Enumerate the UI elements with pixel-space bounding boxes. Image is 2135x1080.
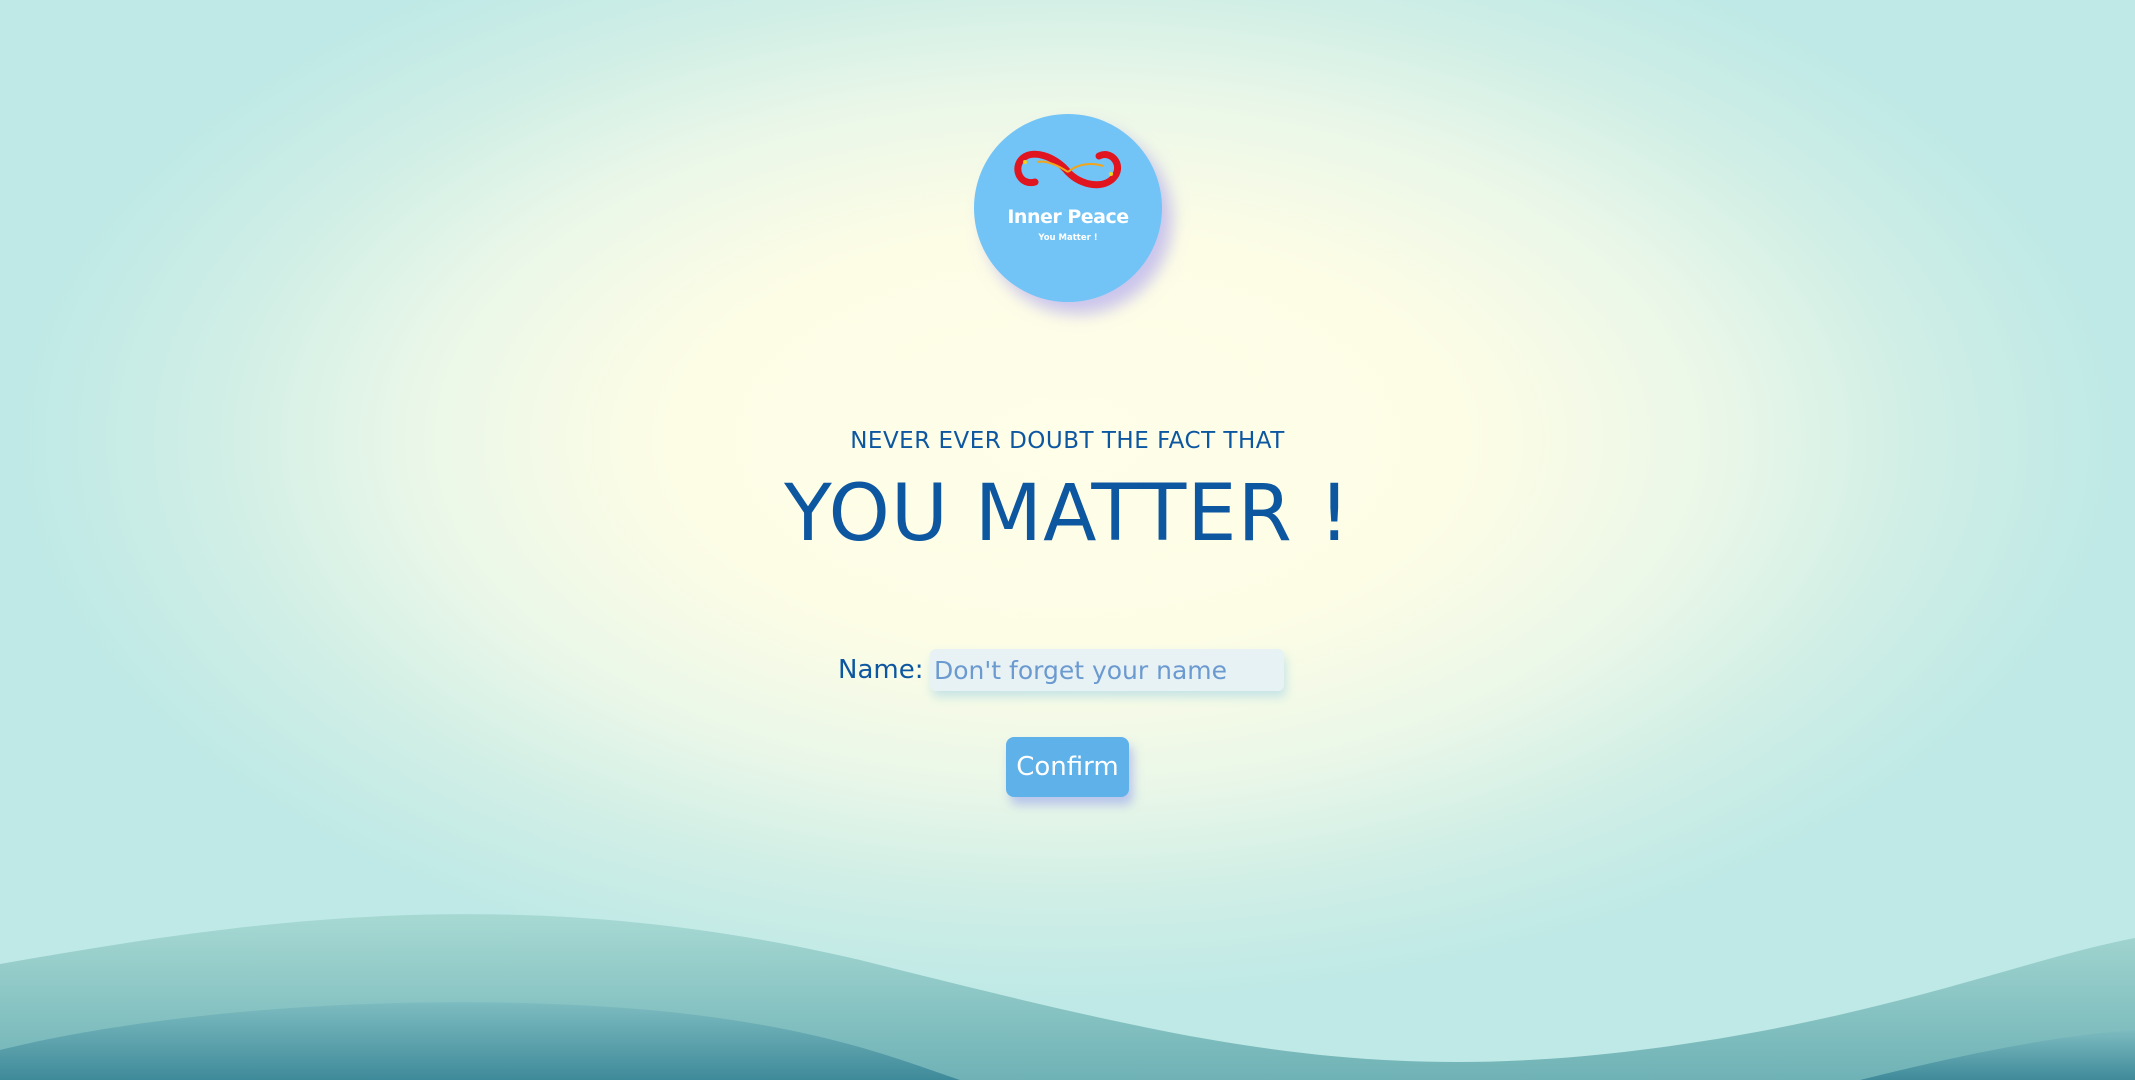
confirm-button[interactable]: Confirm	[1006, 737, 1129, 797]
decorative-waves	[0, 914, 2135, 1080]
hero-heading: YOU MATTER !	[784, 469, 1351, 559]
logo-subtitle: You Matter !	[1038, 233, 1098, 243]
name-input[interactable]	[930, 649, 1284, 691]
hero-subheading: NEVER EVER DOUBT THE FACT THAT	[850, 428, 1285, 454]
infinity-icon	[1014, 150, 1122, 189]
logo-title: Inner Peace	[1007, 206, 1129, 228]
name-label: Name:	[838, 655, 924, 685]
logo: Inner Peace You Matter !	[974, 114, 1162, 302]
